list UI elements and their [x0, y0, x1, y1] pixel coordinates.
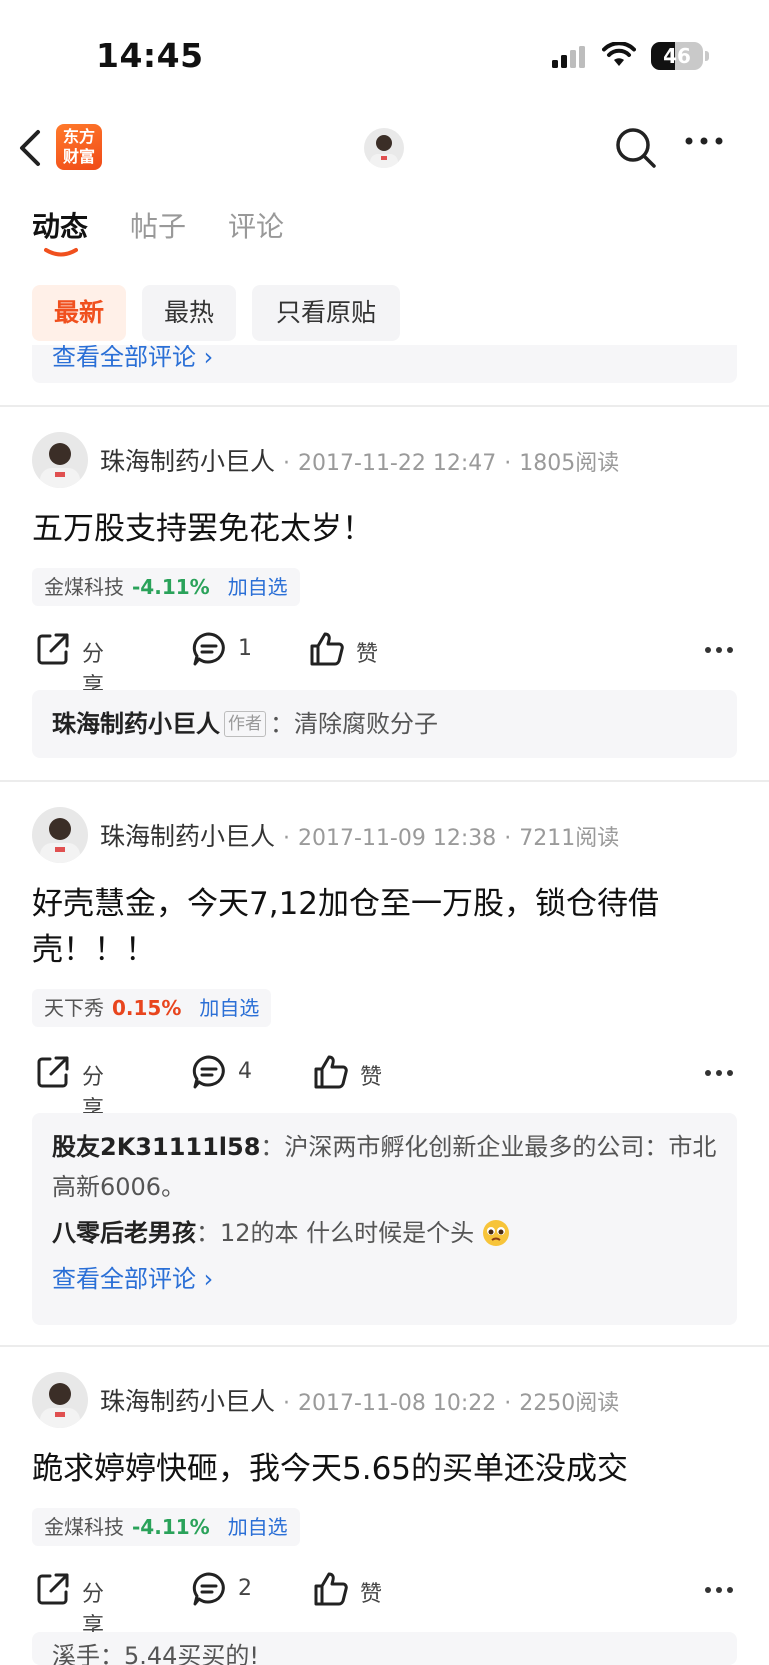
post-reads: 7211阅读	[519, 826, 620, 851]
comment-count: 4	[238, 1059, 252, 1084]
post-reads: 2250阅读	[519, 1391, 620, 1416]
like-label: 赞	[356, 642, 379, 667]
share-icon	[37, 1056, 69, 1088]
comment-user[interactable]: 八零后老男孩	[52, 1219, 196, 1247]
view-all-comments-link[interactable]: 查看全部评论 ›	[52, 1259, 717, 1299]
avatar[interactable]	[32, 807, 88, 863]
comment-text: 12的本 什么时候是个头	[220, 1219, 475, 1247]
add-watchlist-button[interactable]: 加自选	[199, 996, 259, 1020]
post-actions: 分享 2 赞	[0, 1568, 769, 1639]
status-bar: 14:45 46	[0, 0, 769, 110]
filter-hot[interactable]: 最热	[142, 285, 236, 341]
view-all-comments-link[interactable]: 查看全部评论 ›	[52, 345, 213, 372]
cellular-signal-icon	[552, 46, 585, 68]
author-tag: 作者	[224, 711, 266, 737]
stock-change: 0.15%	[112, 996, 182, 1020]
wifi-icon	[602, 42, 636, 66]
post-text[interactable]: 五万股支持罢免花太岁！	[32, 506, 737, 552]
back-chevron-icon[interactable]	[16, 128, 44, 168]
stock-name: 金煤科技	[44, 1515, 124, 1539]
previous-comment-box: 查看全部评论 ›	[32, 345, 737, 383]
status-time: 14:45	[96, 36, 204, 75]
comment-line[interactable]: 溪手：5.44买买的!	[52, 1636, 717, 1665]
like-label: 赞	[360, 1582, 383, 1607]
add-watchlist-button[interactable]: 加自选	[228, 575, 288, 599]
comment-icon	[192, 1572, 225, 1606]
like-label: 赞	[360, 1065, 383, 1090]
share-label: 分享	[82, 1582, 105, 1639]
post-more-icon[interactable]	[704, 1586, 734, 1594]
comment-text: 清除腐败分子	[294, 710, 438, 738]
post-meta: 珠海制药小巨人 · 2017-11-08 10:22 · 2250阅读	[100, 1387, 620, 1416]
comment-sep: ：	[196, 1219, 220, 1247]
comment-sep: ：	[270, 710, 294, 738]
filter-original-only[interactable]: 只看原贴	[252, 285, 400, 341]
logo-line1: 东方	[62, 127, 95, 146]
thumbs-up-icon	[310, 632, 344, 666]
post-actions: 分享 4 赞	[0, 1051, 769, 1122]
divider	[0, 1345, 769, 1347]
comment-count: 1	[238, 636, 252, 661]
post-reads: 1805阅读	[519, 451, 620, 476]
thumbs-up-icon	[314, 1572, 348, 1606]
search-icon[interactable]	[614, 126, 658, 170]
comment-line[interactable]: 珠海制药小巨人 作者 ：清除腐败分子	[52, 704, 717, 744]
stock-name: 天下秀	[44, 996, 104, 1020]
tab-comments[interactable]: 评论	[228, 205, 284, 245]
comment-icon	[192, 1055, 225, 1089]
logo-line2: 财富	[62, 147, 95, 166]
post-author[interactable]: 珠海制药小巨人	[100, 1387, 275, 1416]
tab-dynamics[interactable]: 动态	[32, 205, 88, 245]
post-time: 2017-11-08 10:22	[298, 1391, 497, 1416]
battery-icon: 46	[651, 42, 703, 70]
app-logo[interactable]: 东方 财富	[56, 124, 102, 170]
battery-tip	[705, 51, 709, 61]
battery-level: 46	[663, 44, 691, 68]
comment-preview: 股友2K31111l58：沪深两市孵化创新企业最多的公司：市北高新6006。 八…	[32, 1113, 737, 1325]
stock-tag[interactable]: 金煤科技 -4.11% 加自选	[32, 1508, 300, 1546]
tab-posts[interactable]: 帖子	[130, 205, 186, 245]
comment-user[interactable]: 珠海制药小巨人	[52, 710, 220, 738]
avatar[interactable]	[32, 432, 88, 488]
filter-latest[interactable]: 最新	[32, 285, 126, 341]
divider	[0, 780, 769, 782]
post-more-icon[interactable]	[704, 646, 734, 654]
stock-change: -4.11%	[132, 1515, 210, 1539]
post-text[interactable]: 跪求婷婷快砸，我今天5.65的买单还没成交	[32, 1446, 737, 1492]
post-time: 2017-11-09 12:38	[298, 826, 497, 851]
avatar[interactable]	[32, 1372, 88, 1428]
post-meta: 珠海制药小巨人 · 2017-11-09 12:38 · 7211阅读	[100, 822, 620, 851]
share-icon	[37, 633, 69, 665]
stock-tag[interactable]: 金煤科技 -4.11% 加自选	[32, 568, 300, 606]
tab-active-indicator	[44, 248, 78, 257]
more-icon[interactable]	[684, 136, 724, 146]
divider	[0, 405, 769, 407]
comment-preview: 溪手：5.44买买的!	[32, 1632, 737, 1665]
comment-user[interactable]: 股友2K31111l58	[52, 1133, 260, 1161]
stock-tag[interactable]: 天下秀 0.15% 加自选	[32, 989, 272, 1027]
comment-line[interactable]: 八零后老男孩：12的本 什么时候是个头	[52, 1213, 717, 1253]
comment-line[interactable]: 股友2K31111l58：沪深两市孵化创新企业最多的公司：市北高新6006。	[52, 1127, 717, 1207]
stock-change: -4.11%	[132, 575, 210, 599]
pleading-face-emoji	[482, 1220, 509, 1246]
post-text[interactable]: 好壳慧金，今天7,12加仓至一万股，锁仓待借壳！！！	[32, 881, 737, 973]
stock-name: 金煤科技	[44, 575, 124, 599]
comment-icon	[192, 632, 225, 666]
comment-preview: 珠海制药小巨人 作者 ：清除腐败分子	[32, 690, 737, 758]
post-time: 2017-11-22 12:47	[298, 451, 497, 476]
comment-count: 2	[238, 1576, 252, 1601]
post-author[interactable]: 珠海制药小巨人	[100, 822, 275, 851]
nav-bar: 东方 财富	[0, 110, 769, 190]
post-author[interactable]: 珠海制药小巨人	[100, 447, 275, 476]
post-more-icon[interactable]	[704, 1069, 734, 1077]
add-watchlist-button[interactable]: 加自选	[228, 1515, 288, 1539]
comment-sep: ：	[260, 1133, 285, 1161]
post-actions: 分享 1 赞	[0, 628, 769, 699]
profile-avatar[interactable]	[364, 128, 404, 168]
share-icon	[37, 1573, 69, 1605]
post-meta: 珠海制药小巨人 · 2017-11-22 12:47 · 1805阅读	[100, 447, 620, 476]
thumbs-up-icon	[314, 1055, 348, 1089]
